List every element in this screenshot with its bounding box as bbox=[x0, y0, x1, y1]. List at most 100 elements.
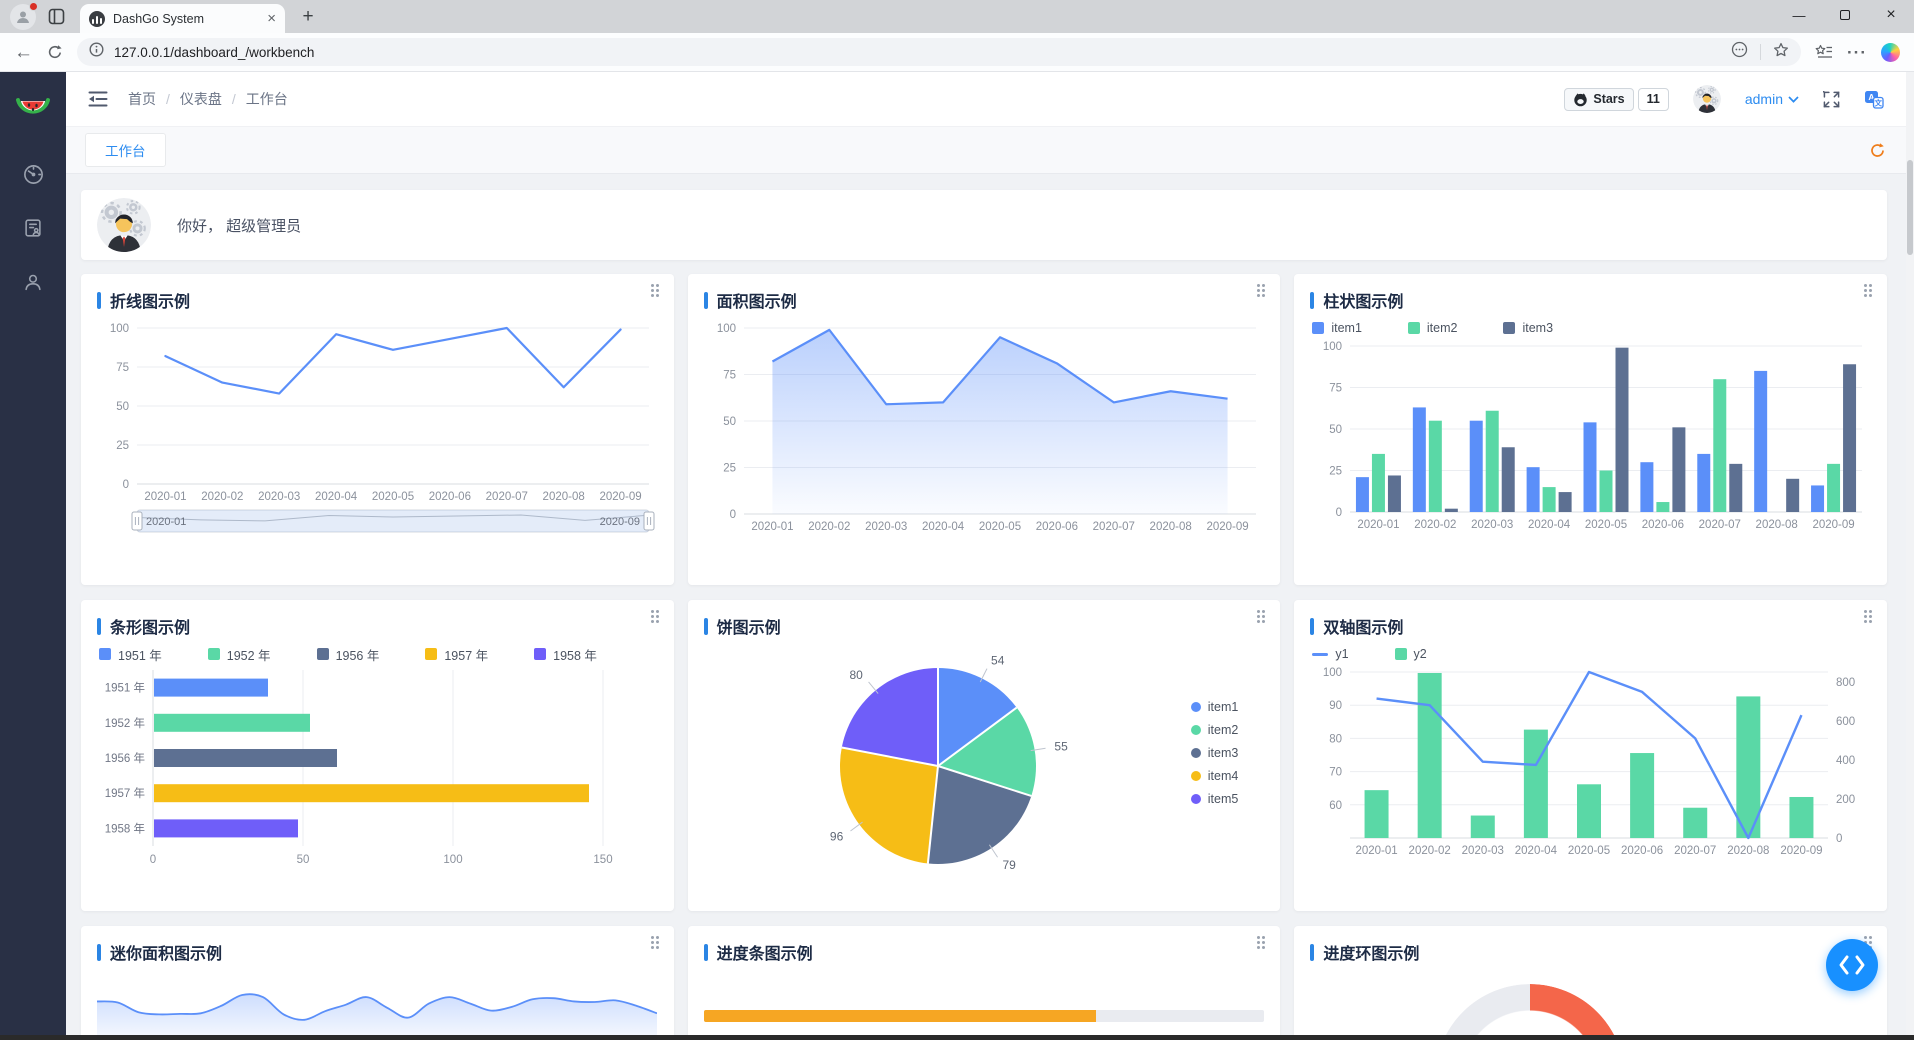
window-maximize-icon[interactable] bbox=[1822, 0, 1868, 30]
breadcrumb-home[interactable]: 首页 bbox=[128, 89, 156, 109]
hbar-chart-card: 条形图示例 1951 年 1952 年 1956 年 1957 年 1958 年 0 50… bbox=[81, 600, 674, 911]
user-menu[interactable]: admin bbox=[1745, 91, 1799, 107]
legend-item[interactable]: item1 bbox=[1312, 321, 1362, 335]
line-chart[interactable]: 0 25 50 75 100 2020-01 2020-02 2020-03 2020-04 20… bbox=[97, 318, 658, 548]
legend-item[interactable]: y2 bbox=[1394, 647, 1427, 661]
legend-item[interactable]: 1951 年 bbox=[99, 645, 162, 664]
legend-item[interactable]: y1 bbox=[1312, 647, 1349, 661]
menu-fold-icon[interactable] bbox=[88, 90, 108, 108]
svg-text:2020-09: 2020-09 bbox=[599, 491, 641, 503]
drag-handle-icon[interactable] bbox=[650, 284, 661, 299]
legend-item[interactable]: item3 bbox=[1503, 321, 1553, 335]
translate-icon[interactable]: A 文 bbox=[1864, 90, 1884, 109]
svg-text:2020-03: 2020-03 bbox=[1462, 845, 1504, 857]
drag-handle-icon[interactable] bbox=[1257, 936, 1267, 951]
back-icon[interactable]: ← bbox=[14, 43, 33, 62]
area-chart[interactable]: 0 25 50 75 100 2020-01 2020-02 2020-03 2020-04 20… bbox=[704, 318, 1265, 546]
screen: DashGo System × + — × ← 127.0.0.1/dashbo… bbox=[0, 0, 1914, 1040]
page-actions-icon[interactable] bbox=[1731, 41, 1748, 63]
window-close-icon[interactable]: × bbox=[1868, 0, 1914, 30]
progress-bar-card: 进度条图示例 bbox=[687, 926, 1281, 1035]
drag-handle-icon[interactable] bbox=[650, 936, 661, 951]
svg-text:2020-04: 2020-04 bbox=[315, 491, 358, 503]
chart-legend: 1951 年 1952 年 1956 年 1957 年 1958 年 bbox=[99, 644, 658, 664]
tags-refresh-icon[interactable] bbox=[1869, 142, 1886, 159]
svg-text:50: 50 bbox=[116, 401, 129, 413]
scrollbar-thumb[interactable] bbox=[1907, 160, 1913, 255]
svg-text:0: 0 bbox=[150, 854, 156, 866]
progress-fill bbox=[703, 1010, 1097, 1022]
tab-workspaces-icon[interactable] bbox=[46, 7, 66, 27]
svg-text:2020-07: 2020-07 bbox=[1092, 521, 1134, 533]
browser-profile-button[interactable] bbox=[10, 1, 38, 30]
svg-text:2020-06: 2020-06 bbox=[429, 491, 471, 503]
svg-text:800: 800 bbox=[1836, 677, 1855, 689]
site-info-icon[interactable] bbox=[89, 42, 104, 62]
legend-item[interactable]: item2 bbox=[1407, 321, 1457, 335]
legend-item[interactable]: item3 bbox=[1190, 746, 1238, 760]
hbar-canvas: 0 50 100 150 1951 年 1952 年 1956 年 1957 年 1958 年 bbox=[105, 670, 613, 866]
browser-scrollbar[interactable] bbox=[1906, 72, 1914, 1035]
tags-bar: 工作台 bbox=[66, 126, 1906, 174]
greeting-avatar bbox=[97, 198, 151, 252]
legend-item[interactable]: 1952 年 bbox=[207, 645, 271, 664]
site-favicon bbox=[89, 10, 105, 27]
datazoom-handle[interactable] bbox=[643, 511, 655, 531]
svg-text:50: 50 bbox=[1330, 424, 1343, 436]
dual-axis-chart[interactable]: 60 70 80 90 100 0 200 400 600 800 2020-01 2020-02 20… bbox=[1310, 666, 1871, 870]
legend-item[interactable]: item5 bbox=[1190, 792, 1238, 806]
drag-handle-icon[interactable] bbox=[1257, 610, 1267, 625]
refresh-icon[interactable] bbox=[47, 44, 63, 60]
fullscreen-icon[interactable] bbox=[1823, 90, 1840, 108]
svg-text:2020-09: 2020-09 bbox=[600, 516, 640, 528]
hbar-chart[interactable]: 0 50 100 150 1951 年 1952 年 1956 年 1957 年 1958 年 bbox=[97, 666, 658, 870]
browser-tab-strip: DashGo System × + — × bbox=[0, 0, 1914, 33]
svg-text:100: 100 bbox=[1323, 667, 1342, 679]
svg-text:25: 25 bbox=[1330, 466, 1343, 478]
svg-text:2020-04: 2020-04 bbox=[922, 521, 965, 533]
breadcrumb-workbench[interactable]: 工作台 bbox=[246, 89, 288, 109]
bar-chart[interactable]: 0 25 50 75 100 2020-01 2020-02 2020-03 2020-04 20… bbox=[1310, 340, 1871, 544]
browser-toolbar: ← 127.0.0.1/dashboard_/workbench ··· bbox=[0, 33, 1914, 72]
window-minimize-icon[interactable]: — bbox=[1776, 0, 1822, 30]
drag-handle-icon[interactable] bbox=[1864, 284, 1874, 299]
sidebar-item-forms[interactable] bbox=[11, 206, 55, 250]
drag-handle-icon[interactable] bbox=[650, 610, 661, 625]
sidebar-item-dashboard[interactable] bbox=[11, 152, 55, 196]
legend-item[interactable]: item2 bbox=[1190, 723, 1238, 737]
url-bar[interactable]: 127.0.0.1/dashboard_/workbench bbox=[77, 38, 1802, 66]
svg-text:2020-09: 2020-09 bbox=[1813, 519, 1855, 531]
svg-text:2020-03: 2020-03 bbox=[1471, 519, 1513, 531]
user-avatar[interactable] bbox=[1693, 85, 1721, 113]
mini-area-chart[interactable] bbox=[97, 970, 658, 1035]
drag-handle-icon[interactable] bbox=[1864, 610, 1874, 625]
tab-close-icon[interactable]: × bbox=[267, 11, 276, 26]
sidebar-item-users[interactable] bbox=[11, 260, 55, 304]
watermelon-logo-icon[interactable] bbox=[15, 88, 51, 122]
copilot-icon[interactable] bbox=[1881, 42, 1900, 62]
page-switch-button[interactable] bbox=[1826, 939, 1878, 991]
bookmark-star-icon[interactable] bbox=[1773, 42, 1789, 63]
pie-chart[interactable]: 54 55 79 96 80 item1 item2 item3 item4 item5 bbox=[704, 644, 1265, 894]
tag-workbench[interactable]: 工作台 bbox=[85, 133, 166, 167]
github-icon bbox=[1574, 92, 1588, 106]
favorites-bar-icon[interactable] bbox=[1815, 44, 1833, 60]
svg-text:1956 年: 1956 年 bbox=[105, 751, 145, 765]
browser-tab[interactable]: DashGo System × bbox=[80, 4, 285, 33]
legend-item[interactable]: 1957 年 bbox=[425, 645, 488, 664]
legend-item[interactable]: 1958 年 bbox=[534, 645, 597, 664]
legend-item[interactable]: 1956 年 bbox=[316, 645, 379, 664]
stars-count: 11 bbox=[1637, 87, 1669, 111]
svg-text:1951 年: 1951 年 bbox=[105, 681, 145, 695]
github-stars-badge[interactable]: Stars 11 bbox=[1564, 87, 1669, 111]
legend-item[interactable]: item4 bbox=[1190, 769, 1238, 783]
new-tab-button[interactable]: + bbox=[295, 4, 321, 30]
svg-text:2020-01: 2020-01 bbox=[146, 516, 186, 528]
datazoom-handle[interactable] bbox=[131, 511, 143, 531]
breadcrumb-dashboard[interactable]: 仪表盘 bbox=[180, 89, 222, 109]
legend-item[interactable]: item1 bbox=[1190, 700, 1238, 714]
drag-handle-icon[interactable] bbox=[1257, 284, 1267, 299]
svg-text:70: 70 bbox=[1330, 767, 1343, 779]
browser-menu-icon[interactable]: ··· bbox=[1847, 44, 1867, 61]
svg-text:80: 80 bbox=[1330, 733, 1343, 745]
